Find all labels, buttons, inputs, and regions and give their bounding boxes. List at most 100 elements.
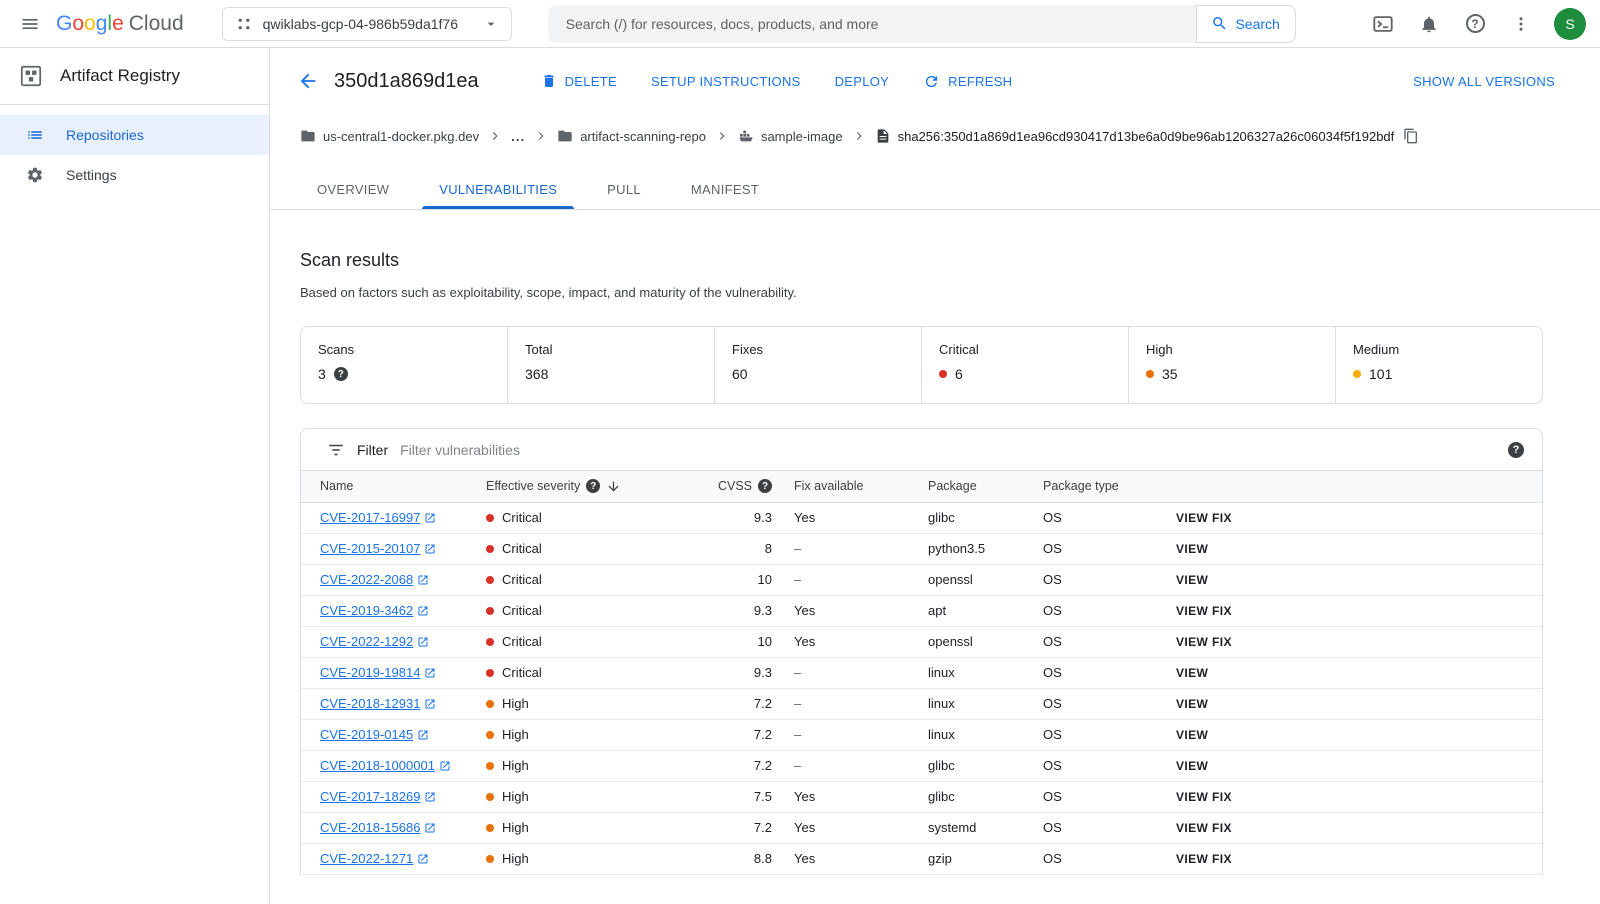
- severity-dot: [1353, 370, 1361, 378]
- cve-cell: CVE-2019-3462: [301, 595, 486, 627]
- show-all-versions-button[interactable]: SHOW ALL VERSIONS: [1413, 74, 1555, 89]
- package-cell: linux: [928, 719, 1043, 751]
- cvss-cell: 7.2: [646, 750, 794, 782]
- cve-link[interactable]: CVE-2022-1292: [320, 634, 429, 649]
- cve-cell: CVE-2017-16997: [301, 502, 486, 534]
- column-header-fix-available[interactable]: Fix available: [794, 471, 928, 503]
- cvss-cell: 7.2: [646, 719, 794, 751]
- cve-link[interactable]: CVE-2018-15686: [320, 820, 436, 835]
- more-options-button[interactable]: [1502, 5, 1540, 43]
- copy-digest-button[interactable]: [1403, 128, 1419, 144]
- setup-instructions-button[interactable]: SETUP INSTRUCTIONS: [651, 74, 801, 89]
- cve-link[interactable]: CVE-2019-3462: [320, 603, 429, 618]
- cve-link[interactable]: CVE-2019-19814: [320, 665, 436, 680]
- deploy-button[interactable]: DEPLOY: [835, 74, 890, 89]
- view-fix-button[interactable]: VIEW FIX: [1176, 790, 1232, 804]
- cve-link[interactable]: CVE-2018-12931: [320, 696, 436, 711]
- breadcrumb-image[interactable]: sample-image: [738, 128, 843, 144]
- back-button[interactable]: [288, 61, 328, 101]
- filter-input[interactable]: [400, 441, 1496, 458]
- package-cell: gzip: [928, 843, 1043, 875]
- view-fix-button[interactable]: VIEW: [1176, 759, 1208, 773]
- copy-icon: [1404, 128, 1418, 144]
- topbar: Google Cloud qwiklabs-gcp-04-986b59da1f7…: [0, 0, 1600, 48]
- severity-label: High: [502, 820, 529, 835]
- breadcrumb-repository-label: artifact-scanning-repo: [580, 128, 706, 144]
- view-fix-button[interactable]: VIEW FIX: [1176, 821, 1232, 835]
- search-input[interactable]: [547, 4, 1196, 43]
- external-link-icon: [425, 823, 435, 832]
- menu-button[interactable]: [6, 0, 54, 48]
- project-selector[interactable]: qwiklabs-gcp-04-986b59da1f76: [221, 6, 512, 41]
- cve-link[interactable]: CVE-2022-1271: [320, 851, 429, 866]
- back-arrow-icon: [300, 73, 316, 89]
- view-fix-button[interactable]: VIEW: [1176, 542, 1208, 556]
- view-fix-button[interactable]: VIEW: [1176, 697, 1208, 711]
- severity-help-icon[interactable]: ?: [586, 479, 601, 494]
- view-fix-button[interactable]: VIEW: [1176, 573, 1208, 587]
- tab-overview[interactable]: OVERVIEW: [292, 170, 414, 209]
- cve-link[interactable]: CVE-2019-0145: [320, 727, 429, 742]
- package-cell: linux: [928, 688, 1043, 720]
- breadcrumb-repository[interactable]: artifact-scanning-repo: [557, 128, 706, 144]
- severity-cell: High: [486, 719, 646, 751]
- refresh-button[interactable]: REFRESH: [923, 73, 1012, 90]
- cve-cell: CVE-2017-18269: [301, 781, 486, 813]
- sort-descending-icon[interactable]: [606, 479, 621, 494]
- column-header-package[interactable]: Package: [928, 471, 1043, 503]
- cve-link[interactable]: CVE-2018-1000001: [320, 758, 451, 773]
- sidebar-item-settings[interactable]: Settings: [0, 155, 269, 195]
- column-header-severity[interactable]: Effective severity ?: [486, 471, 646, 503]
- external-link-icon: [425, 544, 435, 553]
- column-header-name[interactable]: Name: [301, 471, 486, 503]
- cve-cell: CVE-2019-19814: [301, 657, 486, 689]
- tab-manifest[interactable]: MANIFEST: [666, 170, 784, 209]
- view-fix-button[interactable]: VIEW FIX: [1176, 852, 1232, 866]
- cve-link[interactable]: CVE-2017-16997: [320, 510, 436, 525]
- stat-label: High: [1146, 342, 1173, 357]
- account-avatar[interactable]: S: [1554, 7, 1586, 40]
- breadcrumb-digest: sha256:350d1a869d1ea96cd930417d13be6a0d9…: [875, 128, 1394, 144]
- filter-label: Filter: [357, 441, 389, 458]
- table-help-icon[interactable]: ?: [1508, 441, 1524, 458]
- help-button[interactable]: ?: [1456, 5, 1494, 43]
- column-header-package-type[interactable]: Package type: [1043, 471, 1176, 503]
- cve-link[interactable]: CVE-2017-18269: [320, 789, 436, 804]
- vulnerabilities-table: Name Effective severity ? CVSS ? Fix ava…: [301, 471, 1542, 875]
- severity-label: High: [502, 851, 529, 866]
- notifications-button[interactable]: [1410, 5, 1448, 43]
- help-icon[interactable]: ?: [333, 367, 348, 381]
- view-fix-button[interactable]: VIEW: [1176, 666, 1208, 680]
- view-fix-button[interactable]: VIEW: [1176, 728, 1208, 742]
- tab-pull[interactable]: PULL: [582, 170, 666, 209]
- cvss-cell: 7.2: [646, 812, 794, 844]
- cve-link[interactable]: CVE-2015-20107: [320, 541, 436, 556]
- column-header-cvss[interactable]: CVSS ?: [646, 471, 794, 503]
- stat-label: Critical: [939, 342, 979, 357]
- delete-button[interactable]: DELETE: [541, 73, 617, 89]
- breadcrumb-collapsed-button[interactable]: ...: [511, 129, 525, 144]
- global-search: Search: [547, 4, 1296, 43]
- severity-cell: High: [486, 781, 646, 813]
- search-button[interactable]: Search: [1195, 4, 1296, 43]
- cve-link[interactable]: CVE-2022-2068: [320, 572, 429, 587]
- package-type-cell: OS: [1043, 657, 1176, 689]
- cloud-shell-button[interactable]: [1364, 5, 1402, 43]
- fix-available-cell: –: [794, 750, 928, 782]
- severity-dot: [486, 637, 494, 646]
- topbar-utilities: ? S: [1364, 5, 1600, 43]
- view-fix-button[interactable]: VIEW FIX: [1176, 511, 1232, 525]
- action-cell: VIEW: [1176, 750, 1542, 782]
- sidebar-item-repositories[interactable]: Repositories: [0, 115, 269, 155]
- tab-vulnerabilities[interactable]: VULNERABILITIES: [414, 170, 582, 209]
- view-fix-button[interactable]: VIEW FIX: [1176, 635, 1232, 649]
- package-cell: glibc: [928, 502, 1043, 534]
- view-fix-button[interactable]: VIEW FIX: [1176, 604, 1232, 618]
- cvss-cell: 10: [646, 626, 794, 658]
- package-type-cell: OS: [1043, 781, 1176, 813]
- breadcrumb-separator: [488, 129, 502, 143]
- breadcrumb-registry[interactable]: us-central1-docker.pkg.dev: [300, 128, 479, 144]
- cvss-help-icon[interactable]: ?: [758, 479, 772, 494]
- severity-label: High: [502, 758, 529, 773]
- fix-available-cell: Yes: [794, 595, 928, 627]
